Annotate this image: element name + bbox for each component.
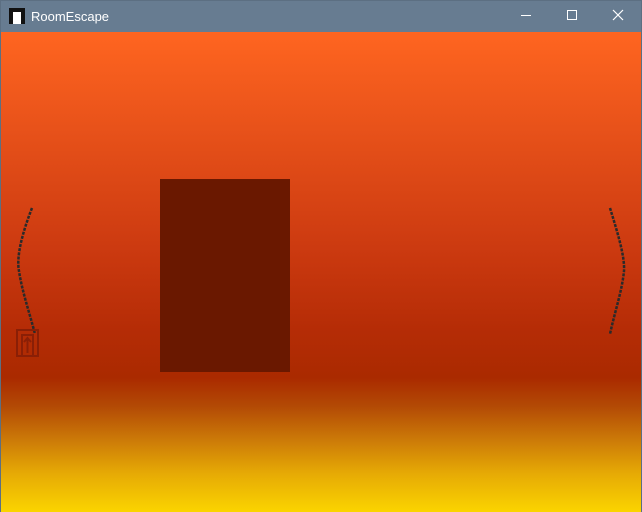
- exit-door-icon[interactable]: [16, 329, 40, 357]
- minimize-icon: [520, 8, 532, 26]
- room-scene: [1, 32, 641, 512]
- door-icon: [9, 8, 25, 24]
- window-title: RoomEscape: [31, 9, 110, 24]
- close-icon: [612, 8, 624, 26]
- close-button[interactable]: [595, 1, 641, 32]
- door[interactable]: [160, 179, 290, 372]
- app-window: RoomEscape: [0, 0, 642, 512]
- title-bar[interactable]: RoomEscape: [1, 1, 641, 32]
- maximize-icon: [566, 8, 578, 26]
- maximize-button[interactable]: [549, 1, 595, 32]
- left-curve-arrow-icon[interactable]: [13, 206, 39, 336]
- right-curve-arrow-icon[interactable]: [601, 206, 627, 336]
- minimize-button[interactable]: [503, 1, 549, 32]
